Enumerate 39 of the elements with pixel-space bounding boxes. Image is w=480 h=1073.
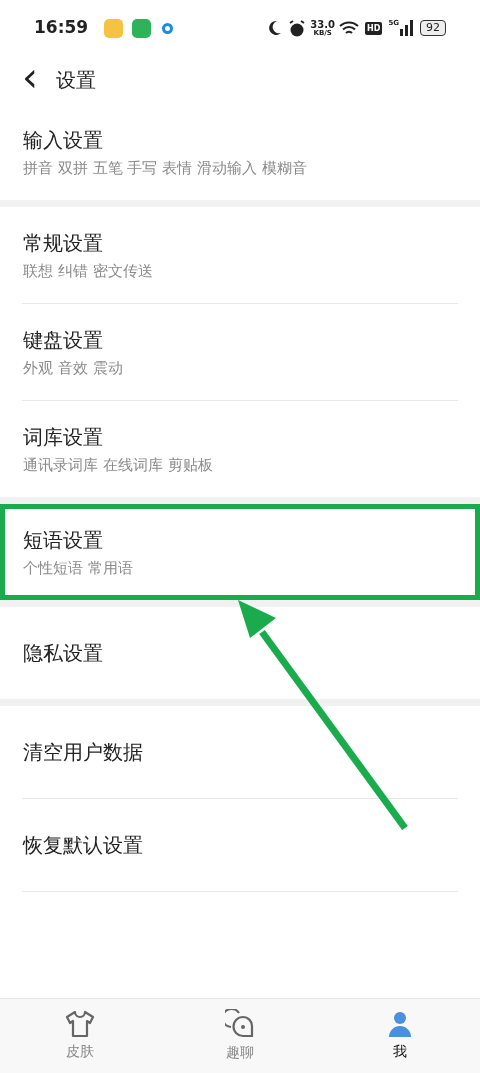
nav-tab[interactable]: 我 bbox=[320, 999, 480, 1073]
item-title: 清空用户数据 bbox=[23, 739, 144, 766]
back-button[interactable]: ‹ bbox=[16, 57, 44, 97]
settings-item[interactable]: 清空用户数据 bbox=[0, 706, 480, 798]
alarm-icon bbox=[289, 19, 306, 37]
settings-item[interactable]: 短语设置 个性短语 常用语 bbox=[0, 504, 480, 600]
item-title: 隐私设置 bbox=[23, 640, 104, 667]
settings-item[interactable]: 输入设置 拼音 双拼 五笔 手写 表情 滑动输入 模糊音 bbox=[0, 104, 480, 200]
hd-badge: HD bbox=[365, 21, 383, 35]
item-title: 输入设置 bbox=[23, 127, 104, 154]
status-time: 16:59 bbox=[34, 16, 89, 40]
message-icon bbox=[132, 18, 152, 38]
item-title: 词库设置 bbox=[23, 424, 104, 451]
settings-item[interactable]: 常规设置 联想 纠错 密文传送 bbox=[0, 207, 480, 303]
nav-tab[interactable]: 趣聊 bbox=[160, 999, 320, 1073]
chat-bubbles-icon bbox=[225, 1009, 255, 1039]
signal-icon bbox=[400, 20, 414, 36]
item-title: 恢复默认设置 bbox=[23, 832, 144, 859]
settings-item[interactable]: 隐私设置 bbox=[0, 607, 480, 699]
settings-item[interactable]: 键盘设置 外观 音效 震动 bbox=[0, 304, 480, 400]
settings-item[interactable]: 词库设置 通讯录词库 在线词库 剪贴板 bbox=[0, 401, 480, 497]
wifi-icon bbox=[339, 20, 360, 36]
item-subtitle: 个性短语 常用语 bbox=[23, 558, 134, 578]
item-subtitle: 联想 纠错 密文传送 bbox=[23, 261, 154, 281]
item-subtitle: 通讯录词库 在线词库 剪贴板 bbox=[23, 455, 214, 475]
item-subtitle: 拼音 双拼 五笔 手写 表情 滑动输入 模糊音 bbox=[23, 158, 308, 178]
shirt-icon bbox=[65, 1010, 95, 1038]
network-speed: 33.0 bbox=[310, 19, 336, 30]
nav-tab[interactable]: 皮肤 bbox=[0, 999, 160, 1073]
app-icon bbox=[104, 18, 124, 38]
person-icon bbox=[386, 1010, 414, 1038]
settings-item[interactable]: 恢复默认设置 bbox=[0, 799, 480, 891]
page-title: 设置 bbox=[56, 67, 96, 94]
item-title: 常规设置 bbox=[23, 230, 104, 257]
item-title: 短语设置 bbox=[23, 527, 104, 554]
moon-icon bbox=[267, 20, 282, 36]
item-subtitle: 外观 音效 震动 bbox=[23, 358, 124, 378]
battery-indicator: 92 bbox=[420, 20, 446, 36]
item-title: 键盘设置 bbox=[23, 327, 104, 354]
